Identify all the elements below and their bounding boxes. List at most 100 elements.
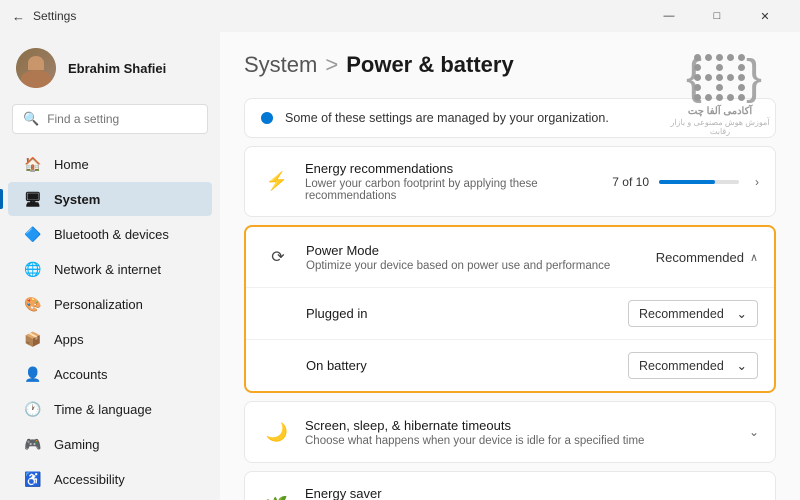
bluetooth-icon: 🔷: [24, 225, 42, 243]
title-bar-title: Settings: [33, 9, 76, 23]
dropdown-chevron-icon: ⌄: [737, 358, 747, 373]
title-bar-controls: — □ ✕: [646, 0, 788, 32]
profile-section: Ebrahim Shafiei: [0, 32, 220, 100]
watermark-subtext: آموزش هوش مصنوعی و بازار رقابت: [660, 118, 780, 136]
sidebar-item-gaming[interactable]: 🎮 Gaming: [8, 427, 212, 461]
network-icon: 🌐: [24, 260, 42, 278]
info-dot-icon: [261, 112, 273, 124]
sidebar-item-apps[interactable]: 📦 Apps: [8, 322, 212, 356]
page-title: Power & battery: [346, 52, 514, 78]
sidebar-item-label: Accessibility: [54, 472, 125, 487]
search-input[interactable]: [47, 112, 197, 126]
plugged-in-value: Recommended: [639, 307, 724, 321]
on-battery-row: On battery Recommended ⌄: [246, 339, 774, 391]
sidebar-item-accessibility[interactable]: ♿ Accessibility: [8, 462, 212, 496]
search-box[interactable]: 🔍: [12, 104, 208, 134]
plugged-in-label: Plugged in: [306, 306, 628, 321]
avatar: [16, 48, 56, 88]
apps-icon: 📦: [24, 330, 42, 348]
screen-sleep-right: ⌄: [741, 425, 759, 439]
power-mode-info: Power Mode Optimize your device based on…: [294, 243, 656, 272]
on-battery-value: Recommended: [639, 359, 724, 373]
system-icon: 🖥: [24, 190, 42, 208]
plugged-in-dropdown[interactable]: Recommended ⌄: [628, 300, 758, 327]
breadcrumb-parent: System: [244, 52, 317, 78]
back-icon[interactable]: ←: [12, 9, 25, 24]
sidebar-item-label: Accounts: [54, 367, 107, 382]
watermark: { } آکادمی آلفا چت آموزش هوش مصنوعی و با…: [660, 52, 780, 136]
screen-sleep-icon: 🌙: [261, 416, 293, 448]
progress-bar: [659, 180, 739, 184]
energy-recommendations-desc: Lower your carbon footprint by applying …: [305, 178, 612, 202]
energy-saver-card[interactable]: 🌿 Energy saver Reduce power consumption …: [244, 471, 776, 500]
energy-recommendations-row[interactable]: ⚡ Energy recommendations Lower your carb…: [245, 147, 775, 216]
power-mode-header[interactable]: ⟳ Power Mode Optimize your device based …: [246, 227, 774, 287]
screen-sleep-row[interactable]: 🌙 Screen, sleep, & hibernate timeouts Ch…: [245, 402, 775, 462]
sidebar-item-system[interactable]: 🖥 System: [8, 182, 212, 216]
minimize-button[interactable]: —: [646, 0, 692, 32]
energy-saver-icon: 🌿: [261, 491, 293, 500]
energy-saver-row[interactable]: 🌿 Energy saver Reduce power consumption …: [245, 472, 775, 500]
time-icon: 🕐: [24, 400, 42, 418]
sidebar-item-label: Personalization: [54, 297, 143, 312]
progress-section: 7 of 10: [612, 175, 739, 189]
energy-icon: ⚡: [261, 166, 293, 198]
sidebar-item-label: Bluetooth & devices: [54, 227, 169, 242]
sidebar-item-bluetooth[interactable]: 🔷 Bluetooth & devices: [8, 217, 212, 251]
screen-sleep-card[interactable]: 🌙 Screen, sleep, & hibernate timeouts Ch…: [244, 401, 776, 463]
profile-name: Ebrahim Shafiei: [68, 61, 166, 76]
sidebar-item-label: Time & language: [54, 402, 152, 417]
chevron-right-icon: ›: [755, 175, 759, 189]
sidebar-item-label: Apps: [54, 332, 84, 347]
sidebar-item-label: Gaming: [54, 437, 100, 452]
screen-sleep-title: Screen, sleep, & hibernate timeouts: [305, 418, 741, 433]
energy-saver-title: Energy saver: [305, 486, 637, 500]
accounts-icon: 👤: [24, 365, 42, 383]
screen-sleep-info: Screen, sleep, & hibernate timeouts Choo…: [293, 418, 741, 447]
power-mode-icon: ⟳: [262, 241, 294, 273]
progress-text: 7 of 10: [612, 175, 649, 189]
chevron-down-icon: ⌄: [749, 425, 759, 439]
chevron-up-icon: ∧: [750, 251, 758, 264]
sidebar-item-accounts[interactable]: 👤 Accounts: [8, 357, 212, 391]
title-bar: ← Settings — □ ✕: [0, 0, 800, 32]
plugged-in-row: Plugged in Recommended ⌄: [246, 287, 774, 339]
energy-saver-info: Energy saver Reduce power consumption an…: [293, 486, 637, 500]
energy-recommendations-title: Energy recommendations: [305, 161, 612, 176]
personalization-icon: 🎨: [24, 295, 42, 313]
gaming-icon: 🎮: [24, 435, 42, 453]
nav-list: 🏠 Home 🖥 System 🔷 Bluetooth & devices 🌐 …: [0, 142, 220, 500]
sidebar-item-network[interactable]: 🌐 Network & internet: [8, 252, 212, 286]
energy-recommendations-card[interactable]: ⚡ Energy recommendations Lower your carb…: [244, 146, 776, 217]
maximize-button[interactable]: □: [694, 0, 740, 32]
sidebar-item-home[interactable]: 🏠 Home: [8, 147, 212, 181]
power-mode-card[interactable]: ⟳ Power Mode Optimize your device based …: [244, 225, 776, 393]
title-bar-left: ← Settings: [12, 9, 76, 24]
sidebar-item-label: Network & internet: [54, 262, 161, 277]
recommended-label: Recommended: [656, 250, 744, 265]
sidebar: Ebrahim Shafiei 🔍 🏠 Home 🖥 System 🔷 Blue…: [0, 32, 220, 500]
sidebar-item-personalization[interactable]: 🎨 Personalization: [8, 287, 212, 321]
on-battery-dropdown[interactable]: Recommended ⌄: [628, 352, 758, 379]
main-content: { } آکادمی آلفا چت آموزش هوش مصنوعی و با…: [220, 32, 800, 500]
power-mode-desc: Optimize your device based on power use …: [306, 260, 656, 272]
power-mode-recommended: Recommended ∧: [656, 250, 758, 265]
energy-recommendations-right: 7 of 10 ›: [612, 175, 759, 189]
breadcrumb-separator: >: [325, 52, 338, 78]
progress-fill: [659, 180, 715, 184]
watermark-text: آکادمی آلفا چت: [660, 106, 780, 117]
close-button[interactable]: ✕: [742, 0, 788, 32]
sidebar-item-label: Home: [54, 157, 89, 172]
dropdown-chevron-icon: ⌄: [737, 306, 747, 321]
search-icon: 🔍: [23, 111, 39, 127]
home-icon: 🏠: [24, 155, 42, 173]
power-mode-title: Power Mode: [306, 243, 656, 258]
energy-recommendations-info: Energy recommendations Lower your carbon…: [293, 161, 612, 202]
sidebar-item-time[interactable]: 🕐 Time & language: [8, 392, 212, 426]
info-banner-text: Some of these settings are managed by yo…: [285, 111, 609, 125]
on-battery-label: On battery: [306, 358, 628, 373]
sidebar-item-label: System: [54, 192, 100, 207]
accessibility-icon: ♿: [24, 470, 42, 488]
app-container: Ebrahim Shafiei 🔍 🏠 Home 🖥 System 🔷 Blue…: [0, 32, 800, 500]
screen-sleep-desc: Choose what happens when your device is …: [305, 435, 741, 447]
